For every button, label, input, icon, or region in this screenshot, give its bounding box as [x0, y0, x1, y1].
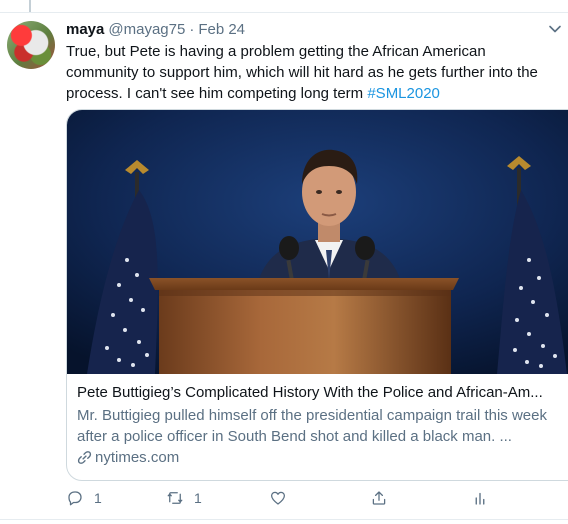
- share-icon: [372, 491, 386, 505]
- separator-dot: ·: [189, 21, 195, 38]
- hashtag-link[interactable]: #SML2020: [367, 85, 440, 102]
- reply-icon: [68, 491, 82, 506]
- card-domain[interactable]: nytimes.com: [77, 449, 567, 466]
- retweet-button[interactable]: 1: [166, 486, 202, 510]
- like-button[interactable]: [269, 486, 297, 510]
- analytics-icon: [475, 492, 485, 505]
- thread-connector-line: [29, 0, 31, 12]
- share-button[interactable]: [370, 486, 388, 510]
- tweet-text: True, but Pete is having a problem getti…: [66, 41, 562, 104]
- card-description: Mr. Buttigieg pulled himself off the pre…: [77, 407, 547, 445]
- retweet-count: 1: [194, 490, 202, 506]
- chevron-down-icon[interactable]: [548, 22, 562, 36]
- tweet-header: maya @mayag75 · Feb 24: [66, 21, 245, 41]
- card-domain-text: nytimes.com: [95, 449, 180, 466]
- author-handle[interactable]: @mayag75: [108, 21, 185, 38]
- reply-button[interactable]: 1: [66, 486, 102, 510]
- author-name[interactable]: maya: [66, 21, 104, 38]
- link-card[interactable]: Pete Buttigieg’s Complicated History Wit…: [66, 109, 568, 481]
- analytics-button[interactable]: [471, 486, 489, 510]
- avatar[interactable]: [7, 21, 55, 69]
- tweet-date[interactable]: Feb 24: [198, 21, 245, 38]
- reply-count: 1: [94, 490, 102, 506]
- card-image[interactable]: [67, 110, 568, 374]
- link-icon: [77, 451, 92, 464]
- action-bar: 1 1: [66, 486, 566, 510]
- like-icon: [270, 491, 286, 505]
- card-text: Pete Buttigieg’s Complicated History Wit…: [77, 382, 567, 466]
- podium: [149, 278, 459, 374]
- divider: [0, 519, 568, 520]
- retweet-icon: [167, 492, 183, 504]
- tweet-body-text: True, but Pete is having a problem getti…: [66, 43, 538, 102]
- divider: [0, 12, 568, 13]
- card-title[interactable]: Pete Buttigieg’s Complicated History Wit…: [77, 382, 563, 403]
